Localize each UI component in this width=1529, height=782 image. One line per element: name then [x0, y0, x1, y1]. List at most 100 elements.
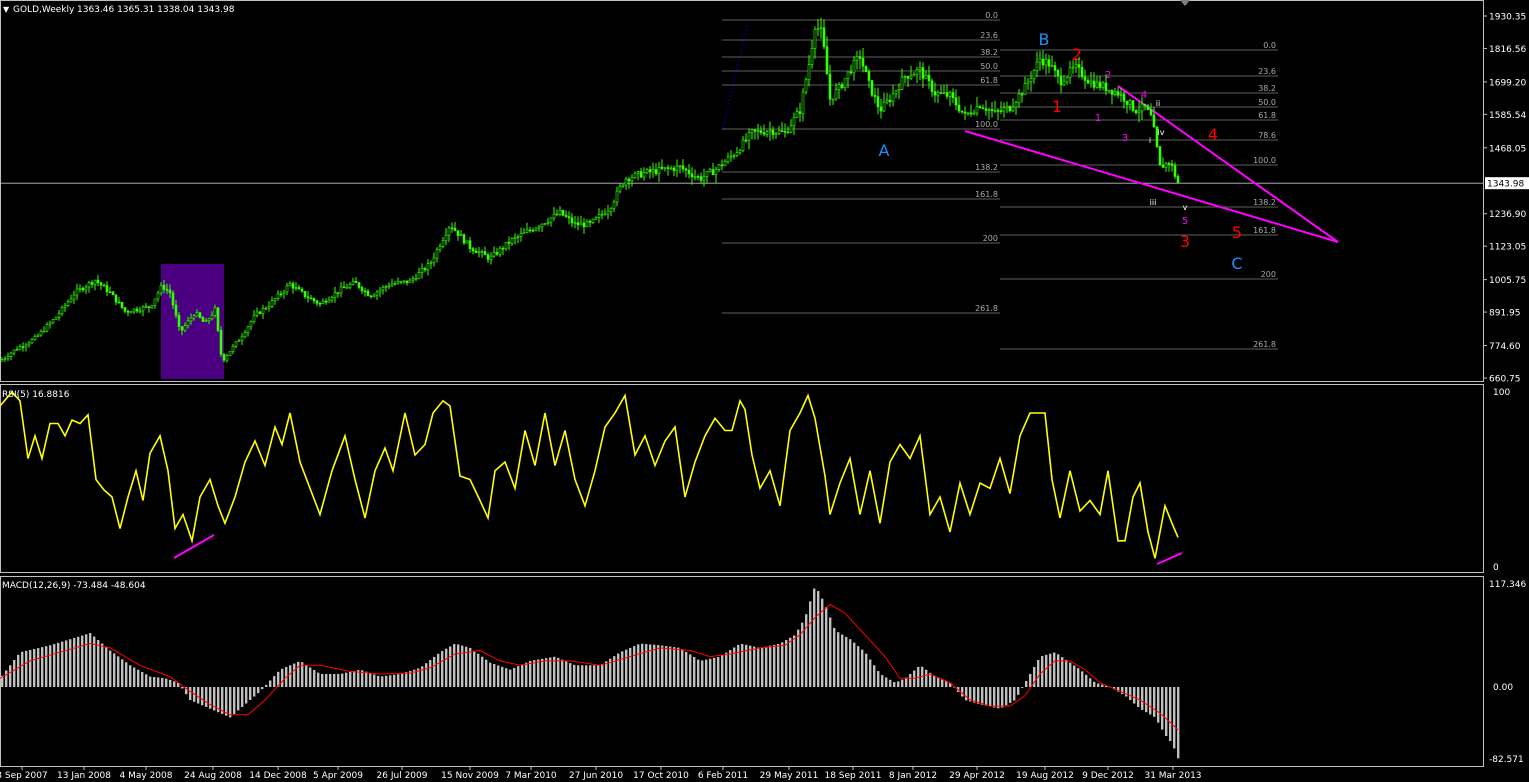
candle-body: [501, 247, 505, 250]
fib-level-label: 78.6: [1258, 131, 1276, 140]
candle-body: [606, 210, 610, 215]
macd-hist-bar: [1149, 687, 1152, 715]
macd-hist-bar: [665, 646, 668, 687]
candle-body: [282, 291, 286, 295]
candle-body: [375, 291, 379, 296]
macd-hist-bar: [237, 687, 240, 711]
macd-hist-bar: [689, 654, 692, 687]
macd-hist-bar: [517, 666, 520, 687]
macd-hist-bar: [365, 671, 368, 687]
macd-hist-bar: [829, 617, 832, 687]
candle-body: [699, 176, 703, 181]
candle-body: [48, 322, 52, 325]
candle-body: [1134, 110, 1138, 114]
time-tick-label: 17 Oct 2010: [633, 771, 689, 781]
candle-body: [276, 293, 280, 299]
candle-body: [201, 317, 205, 322]
macd-hist-bar: [81, 635, 84, 687]
macd-hist-bar: [781, 642, 784, 687]
macd-hist-bar: [45, 646, 48, 687]
time-tick-label: 18 Sep 2011: [824, 771, 881, 781]
fib-level-label: 161.8: [1253, 226, 1276, 235]
candle-body: [462, 234, 466, 244]
macd-hist-bar: [1161, 687, 1164, 730]
macd-hist-bar: [581, 665, 584, 687]
candle-body: [543, 223, 547, 225]
candle-body: [87, 282, 91, 288]
macd-hist-bar: [85, 634, 88, 687]
macd-hist-bar: [9, 665, 12, 687]
macd-hist-bar: [521, 664, 524, 687]
candle-body: [258, 311, 262, 314]
macd-hist-bar: [165, 678, 168, 687]
fib-level-label: 100.0: [1253, 156, 1276, 165]
candle-body: [840, 84, 844, 88]
macd-hist-bar: [741, 643, 744, 687]
macd-hist-bar: [17, 654, 20, 687]
macd-hist-bar: [437, 653, 440, 687]
candle-body: [1059, 75, 1063, 86]
candle-body: [894, 90, 898, 95]
macd-hist-bar: [685, 651, 688, 687]
macd-hist-bar: [637, 644, 640, 687]
candle-body: [486, 254, 490, 260]
macd-hist-bar: [265, 684, 268, 687]
time-tick-label: 24 Aug 2008: [184, 771, 242, 781]
candle-body: [120, 301, 124, 308]
candle-body: [621, 184, 625, 187]
fib-level-label: 61.8: [980, 76, 998, 85]
wave-label: iii: [1150, 198, 1157, 207]
macd-hist-bar: [473, 650, 476, 687]
candle-body: [1035, 61, 1039, 71]
time-tick-label: 15 Nov 2009: [441, 771, 499, 781]
candle-body: [45, 324, 49, 332]
macd-hist-bar: [717, 657, 720, 687]
macd-hist-bar: [725, 652, 728, 687]
macd-hist-bar: [261, 687, 264, 690]
candle-body: [1071, 66, 1075, 69]
candle-body: [429, 262, 433, 264]
candle-body: [381, 286, 385, 291]
candle-body: [726, 156, 730, 162]
candle-body: [504, 241, 508, 250]
rsi-scale-100: 100: [1493, 388, 1510, 398]
time-tick-label: 27 Jun 2010: [569, 771, 623, 781]
macd-hist-bar: [333, 673, 336, 687]
candle-body: [1113, 91, 1117, 95]
candle-body: [990, 109, 994, 111]
macd-hist-bar: [617, 653, 620, 687]
macd-hist-bar: [1169, 687, 1172, 742]
candle-body: [624, 178, 628, 186]
candle-body: [33, 336, 37, 340]
candle-body: [402, 280, 406, 283]
macd-scale-bottom: -82.571: [1489, 755, 1524, 765]
candle-body: [969, 112, 973, 115]
candle-body: [672, 167, 676, 171]
candle-body: [1065, 77, 1069, 83]
macd-hist-bar: [245, 687, 248, 704]
macd-hist-bar: [893, 682, 896, 687]
candle-body: [144, 306, 148, 308]
candle-body: [243, 332, 247, 338]
candle-body: [351, 281, 355, 285]
macd-hist-bar: [353, 670, 356, 687]
candle-body: [1098, 81, 1102, 88]
macd-hist-bar: [769, 645, 772, 687]
macd-hist-bar: [477, 653, 480, 687]
candle-body: [594, 216, 598, 220]
macd-hist-bar: [1129, 687, 1132, 701]
fib-level-label: 261.8: [1253, 340, 1276, 349]
candle-body: [333, 292, 337, 298]
candle-body: [648, 169, 652, 173]
candle-body: [408, 279, 412, 284]
candle-body: [51, 319, 55, 324]
candle-body: [255, 311, 259, 316]
macd-scale-top: 117.346: [1489, 580, 1526, 590]
candle-body: [459, 234, 463, 236]
chart-menu-icon[interactable]: ▼: [3, 5, 10, 14]
candle-body: [810, 48, 814, 65]
fib-level-label: 0.0: [1263, 41, 1276, 50]
candle-body: [435, 249, 439, 259]
chart-canvas: 0.023.638.250.061.8100.0138.2161.8200261…: [0, 0, 1529, 782]
macd-hist-bar: [1153, 687, 1156, 717]
